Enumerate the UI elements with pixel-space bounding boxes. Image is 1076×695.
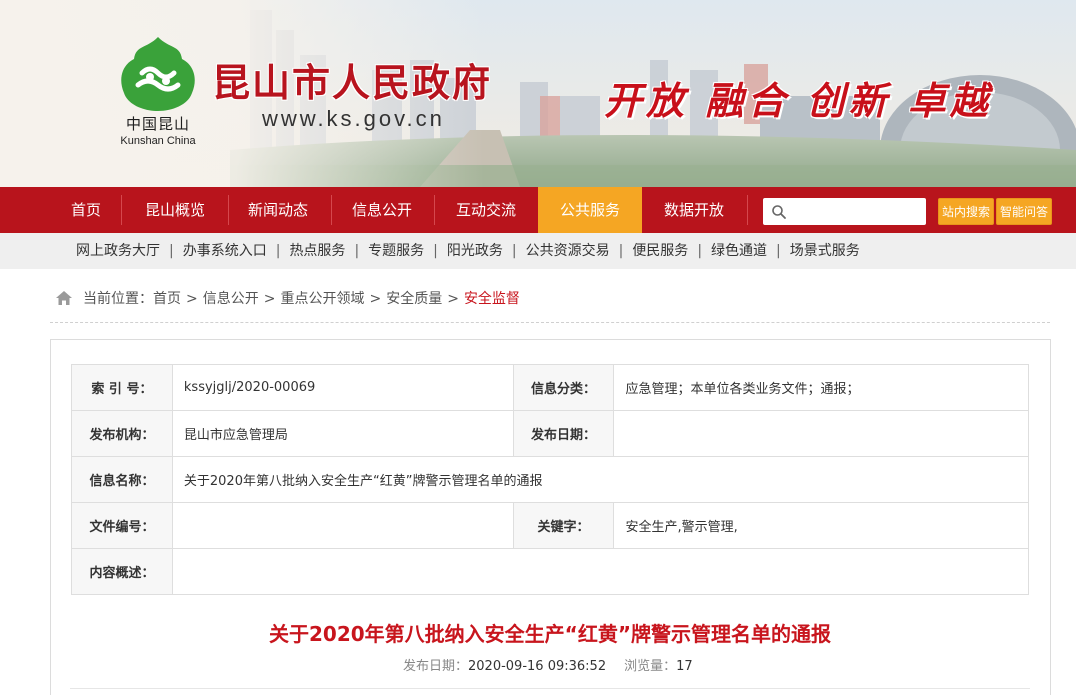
info-name-value: 关于2020年第八批纳入安全生产“红黄”牌警示管理名单的通报 xyxy=(171,456,1030,503)
sub-navigation: 网上政务大厅 | 办事系统入口 | 热点服务 | 专题服务 | 阳光政务 | 公共资源交易 | 便民服务… xyxy=(0,233,1076,269)
nav-item-interaction[interactable]: 互动交流 xyxy=(436,187,536,233)
table-row: 发布机构： 昆山市应急管理局 发布日期： xyxy=(71,410,1029,457)
info-metadata-table: 索 引 号： kssyjglj/2020-00069 信息分类： 应急管理；本单… xyxy=(71,364,1030,595)
home-icon xyxy=(56,291,72,305)
logo-chinese-text: 中国昆山 xyxy=(125,115,190,133)
table-row: 信息名称： 关于2020年第八批纳入安全生产“红黄”牌警示管理名单的通报 xyxy=(71,456,1030,503)
nav-item-home[interactable]: 首页 xyxy=(54,187,118,233)
nav-item-overview[interactable]: 昆山概览 xyxy=(124,187,226,233)
category-value: 应急管理；本单位各类业务文件；通报； xyxy=(613,364,1029,411)
subnav-divider: | xyxy=(433,243,438,259)
breadcrumb-key-areas[interactable]: 重点公开领域 xyxy=(280,291,364,307)
index-value: kssyjglj/2020-00069 xyxy=(171,364,514,411)
table-row: 内容概述： xyxy=(71,548,1030,595)
nav-item-info-disclosure[interactable]: 信息公开 xyxy=(333,187,431,233)
article-date-value: 2020-09-16 09:36:52 xyxy=(468,659,607,674)
table-row: 索 引 号： kssyjglj/2020-00069 信息分类： 应急管理；本单… xyxy=(71,364,1029,411)
article-views-label: 浏览量： xyxy=(624,659,677,674)
publish-date-value xyxy=(613,410,1029,457)
keyword-value: 安全生产,警示管理, xyxy=(613,502,1029,549)
nav-divider xyxy=(228,195,229,225)
nav-divider xyxy=(747,195,748,225)
doc-number-label: 文件编号： xyxy=(71,502,173,549)
doc-number-value xyxy=(171,502,514,549)
subnav-divider: | xyxy=(511,243,517,259)
site-url: www.ks.gov.cn xyxy=(262,106,445,131)
site-search-box[interactable] xyxy=(763,198,926,225)
keyword-label: 关键字： xyxy=(512,502,615,549)
subnav-divider: | xyxy=(697,243,703,259)
subnav-item-scenario-services[interactable]: 场景式服务 xyxy=(790,243,860,259)
breadcrumb-separator: > xyxy=(186,291,198,307)
article-date-label: 发布日期： xyxy=(403,659,469,674)
subnav-item-public-resources[interactable]: 公共资源交易 xyxy=(526,243,610,259)
summary-value xyxy=(171,548,1030,595)
table-row: 文件编号： 关键字： 安全生产,警示管理, xyxy=(71,502,1029,549)
subnav-item-convenience[interactable]: 便民服务 xyxy=(632,243,688,259)
nav-item-open-data[interactable]: 数据开放 xyxy=(642,187,746,233)
breadcrumb-home[interactable]: 首页 xyxy=(153,291,181,307)
article-meta: 发布日期：2020-09-16 09:36:52 浏览量：17 xyxy=(403,655,693,674)
breadcrumb-info-disclosure[interactable]: 信息公开 xyxy=(203,291,259,307)
smart-qa-button[interactable]: 智能问答 xyxy=(996,198,1053,225)
subnav-item-green-channel[interactable]: 绿色通道 xyxy=(711,243,767,259)
kunshan-emblem-icon xyxy=(121,37,195,111)
subnav-divider: | xyxy=(776,243,781,259)
index-label: 索 引 号： xyxy=(71,364,173,411)
org-label: 发布机构： xyxy=(71,410,173,457)
site-title[interactable]: 昆山市人民政府 xyxy=(212,52,492,107)
search-icon xyxy=(772,205,786,219)
breadcrumb-separator: > xyxy=(447,291,459,307)
breadcrumb-separator: > xyxy=(369,291,382,307)
breadcrumb-prefix: 当前位置： xyxy=(83,291,153,307)
breadcrumb-divider xyxy=(50,322,1050,323)
subnav-divider: | xyxy=(618,243,624,259)
info-name-label: 信息名称： xyxy=(71,456,173,503)
subnav-divider: | xyxy=(275,243,281,259)
nav-item-news[interactable]: 新闻动态 xyxy=(230,187,326,233)
breadcrumb-current[interactable]: 安全监督 xyxy=(464,291,520,307)
site-search-button[interactable]: 站内搜索 xyxy=(938,198,995,225)
city-logo[interactable]: 中国昆山 Kunshan China xyxy=(108,35,208,155)
nav-item-public-service[interactable]: 公共服务 xyxy=(538,187,642,233)
summary-label: 内容概述： xyxy=(71,548,173,595)
subnav-item-sunshine-governance[interactable]: 阳光政务 xyxy=(447,243,503,259)
breadcrumb-safety-quality[interactable]: 安全质量 xyxy=(386,291,442,307)
search-input[interactable] xyxy=(791,201,921,222)
publish-date-label: 发布日期： xyxy=(512,410,615,457)
subnav-divider: | xyxy=(354,243,360,259)
article-divider xyxy=(70,688,1030,689)
article-title: 关于2020年第八批纳入安全生产“红黄”牌警示管理名单的通报 xyxy=(269,622,831,646)
nav-divider xyxy=(331,195,332,225)
subnav-item-special-services[interactable]: 专题服务 xyxy=(368,243,424,259)
subnav-item-service-entry[interactable]: 办事系统入口 xyxy=(183,243,267,259)
subnav-item-online-hall[interactable]: 网上政务大厅 xyxy=(76,243,160,259)
category-label: 信息分类： xyxy=(512,364,615,411)
nav-divider xyxy=(434,195,435,225)
breadcrumb: 当前位置：首页 > 信息公开 > 重点公开领域 > 安全质量 > 安全监督 xyxy=(55,288,520,310)
breadcrumb-separator: > xyxy=(263,291,276,307)
nav-divider xyxy=(121,195,122,225)
article-views-value: 17 xyxy=(676,659,693,674)
logo-english-text: Kunshan China xyxy=(120,135,196,147)
header-banner: 中国昆山 Kunshan China 昆山市人民政府 www.ks.gov.cn… xyxy=(0,0,1076,187)
slogan-text: 开放 融合 创新 卓越 xyxy=(604,78,992,123)
subnav-item-hot-services[interactable]: 热点服务 xyxy=(289,243,345,259)
org-value: 昆山市应急管理局 xyxy=(171,410,514,457)
subnav-divider: | xyxy=(169,243,174,259)
